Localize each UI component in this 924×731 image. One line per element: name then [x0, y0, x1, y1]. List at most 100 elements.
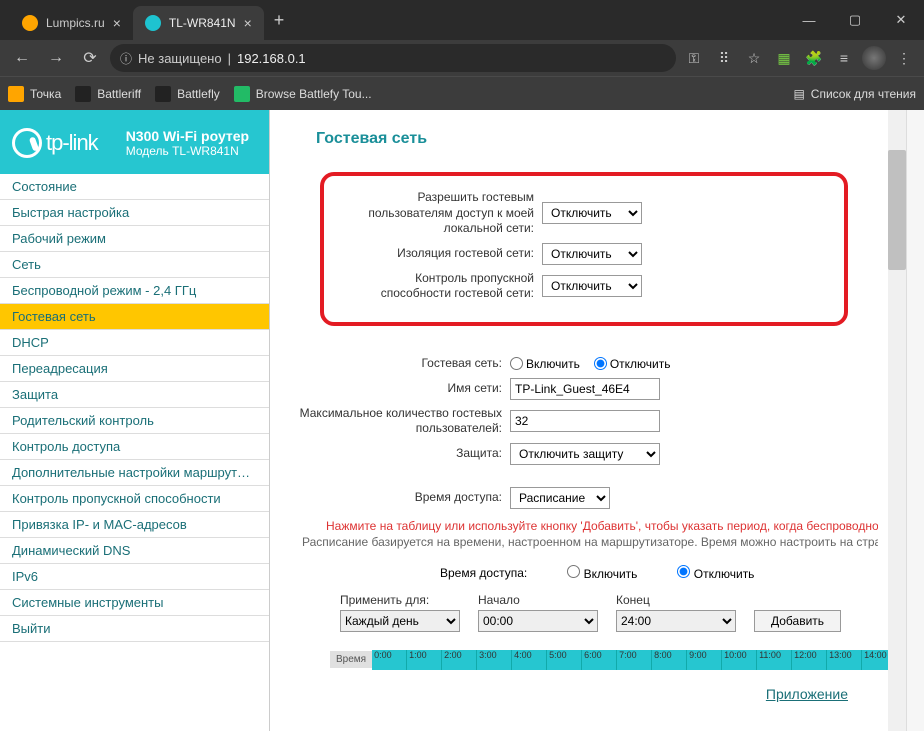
highlighted-settings: Разрешить гостевым пользователям доступ …: [320, 172, 848, 326]
address-bar[interactable]: ⓘ Не защищено | 192.168.0.1: [110, 44, 676, 72]
note-warning: Нажмите на таблицу или используйте кнопк…: [326, 519, 878, 533]
back-button[interactable]: ←: [8, 44, 36, 72]
end-select[interactable]: 24:00: [616, 610, 736, 632]
start-select[interactable]: 00:00: [478, 610, 598, 632]
timeline-cell[interactable]: 14:00: [862, 650, 888, 670]
end-label: Конец: [616, 593, 736, 607]
allow-local-access-select[interactable]: Отключить: [542, 202, 642, 224]
access-time-select[interactable]: Расписание: [510, 487, 610, 509]
guest-disable-radio[interactable]: Отключить: [594, 357, 671, 371]
ext-icon[interactable]: ▦: [772, 46, 796, 70]
schedule-disable-radio[interactable]: Отключить: [677, 565, 754, 581]
ssid-label: Имя сети:: [290, 381, 510, 397]
timeline-cell[interactable]: 11:00: [757, 650, 792, 670]
info-icon[interactable]: ⓘ: [120, 50, 132, 67]
timeline-cell[interactable]: 5:00: [547, 650, 582, 670]
bandwidth-control-label: Контроль пропускной способности гостевой…: [342, 271, 542, 302]
outer-scrollbar[interactable]: [906, 110, 924, 731]
security-label: Защита:: [290, 446, 510, 462]
allow-local-access-label: Разрешить гостевым пользователям доступ …: [342, 190, 542, 237]
sidebar: tp-link N300 Wi-Fi роутер Модель TL-WR84…: [0, 110, 270, 731]
timeline-cell[interactable]: 2:00: [442, 650, 477, 670]
timeline-cell[interactable]: 3:00: [477, 650, 512, 670]
window-controls: — ▢ ✕: [786, 0, 924, 40]
reading-list[interactable]: ▤Список для чтения: [793, 87, 916, 101]
timeline-cell[interactable]: 4:00: [512, 650, 547, 670]
close-button[interactable]: ✕: [878, 0, 924, 40]
nav-item[interactable]: Дополнительные настройки маршрутизации: [0, 460, 269, 486]
bottom-link-row: Приложение: [290, 670, 878, 708]
nav-item[interactable]: Динамический DNS: [0, 538, 269, 564]
nav-item[interactable]: Переадресация: [0, 356, 269, 382]
bandwidth-control-select[interactable]: Отключить: [542, 275, 642, 297]
brand-banner: tp-link N300 Wi-Fi роутер Модель TL-WR84…: [0, 110, 269, 174]
apply-for-select[interactable]: Каждый день: [340, 610, 460, 632]
start-label: Начало: [478, 593, 598, 607]
timeline-cell[interactable]: 12:00: [792, 650, 827, 670]
bookmark-label: Battleriff: [97, 87, 141, 101]
guest-enable-radio[interactable]: Включить: [510, 357, 580, 371]
logo-icon: [12, 128, 42, 158]
nav-item[interactable]: Гостевая сеть: [0, 304, 269, 330]
schedule-enable-radio[interactable]: Включить: [567, 565, 637, 581]
bookmark-item[interactable]: Browse Battlefy Tou...: [234, 86, 372, 102]
timeline-cell[interactable]: 7:00: [617, 650, 652, 670]
minimize-button[interactable]: —: [786, 0, 832, 40]
timeline-cell[interactable]: 1:00: [407, 650, 442, 670]
isolation-select[interactable]: Отключить: [542, 243, 642, 265]
nav-item[interactable]: Рабочий режим: [0, 226, 269, 252]
nav-item[interactable]: Привязка IP- и MAC-адресов: [0, 512, 269, 538]
nav-item[interactable]: Быстрая настройка: [0, 200, 269, 226]
key-icon[interactable]: ⚿: [682, 46, 706, 70]
timeline-cell[interactable]: 13:00: [827, 650, 862, 670]
nav-item[interactable]: Состояние: [0, 174, 269, 200]
attachment-link[interactable]: Приложение: [766, 686, 848, 702]
schedule-time-label: Время доступа:: [440, 566, 527, 580]
close-icon[interactable]: ×: [244, 15, 252, 31]
forward-button[interactable]: →: [42, 44, 70, 72]
bookmark-item[interactable]: Battlefly: [155, 86, 220, 102]
max-guests-input[interactable]: [510, 410, 660, 432]
new-tab-button[interactable]: +: [264, 10, 295, 31]
bookmarks-bar: Точка Battleriff Battlefly Browse Battle…: [0, 76, 924, 110]
nav-item[interactable]: Родительский контроль: [0, 408, 269, 434]
nav-item[interactable]: DHCP: [0, 330, 269, 356]
timeline-cell[interactable]: 10:00: [722, 650, 757, 670]
nav-item[interactable]: Выйти: [0, 616, 269, 642]
nav-item[interactable]: IPv6: [0, 564, 269, 590]
playlist-icon[interactable]: ≡: [832, 46, 856, 70]
browser-tab[interactable]: Lumpics.ru ×: [10, 6, 133, 40]
reload-button[interactable]: ⟳: [76, 44, 104, 72]
nav-item[interactable]: Беспроводной режим - 2,4 ГГц: [0, 278, 269, 304]
timeline[interactable]: Время 0:001:002:003:004:005:006:007:008:…: [330, 650, 878, 670]
inner-scrollbar[interactable]: [888, 110, 906, 731]
ssid-input[interactable]: [510, 378, 660, 400]
bookmark-item[interactable]: Battleriff: [75, 86, 141, 102]
translate-icon[interactable]: ⠿: [712, 46, 736, 70]
tab-title: Lumpics.ru: [46, 16, 105, 30]
maximize-button[interactable]: ▢: [832, 0, 878, 40]
nav-item[interactable]: Контроль пропускной способности: [0, 486, 269, 512]
nav-item[interactable]: Контроль доступа: [0, 434, 269, 460]
nav-item[interactable]: Сеть: [0, 252, 269, 278]
extensions-icon[interactable]: 🧩: [802, 46, 826, 70]
bookmark-label: Browse Battlefy Tou...: [256, 87, 372, 101]
add-button[interactable]: Добавить: [754, 610, 841, 632]
note-info: Расписание базируется на времени, настро…: [302, 535, 878, 549]
bookmark-item[interactable]: Точка: [8, 86, 61, 102]
security-select[interactable]: Отключить защиту: [510, 443, 660, 465]
menu-icon[interactable]: ⋮: [892, 46, 916, 70]
timeline-cell[interactable]: 6:00: [582, 650, 617, 670]
timeline-cell[interactable]: 9:00: [687, 650, 722, 670]
timeline-cell[interactable]: 8:00: [652, 650, 687, 670]
apply-for-label: Применить для:: [340, 593, 460, 607]
browser-tab-active[interactable]: TL-WR841N ×: [133, 6, 264, 40]
close-icon[interactable]: ×: [113, 15, 121, 31]
nav-item[interactable]: Защита: [0, 382, 269, 408]
nav-item[interactable]: Системные инструменты: [0, 590, 269, 616]
main-panel: Гостевая сеть Разрешить гостевым пользов…: [270, 110, 888, 731]
star-icon[interactable]: ☆: [742, 46, 766, 70]
profile-avatar[interactable]: [862, 46, 886, 70]
timeline-cell[interactable]: 0:00: [372, 650, 407, 670]
tab-favicon: [145, 15, 161, 31]
